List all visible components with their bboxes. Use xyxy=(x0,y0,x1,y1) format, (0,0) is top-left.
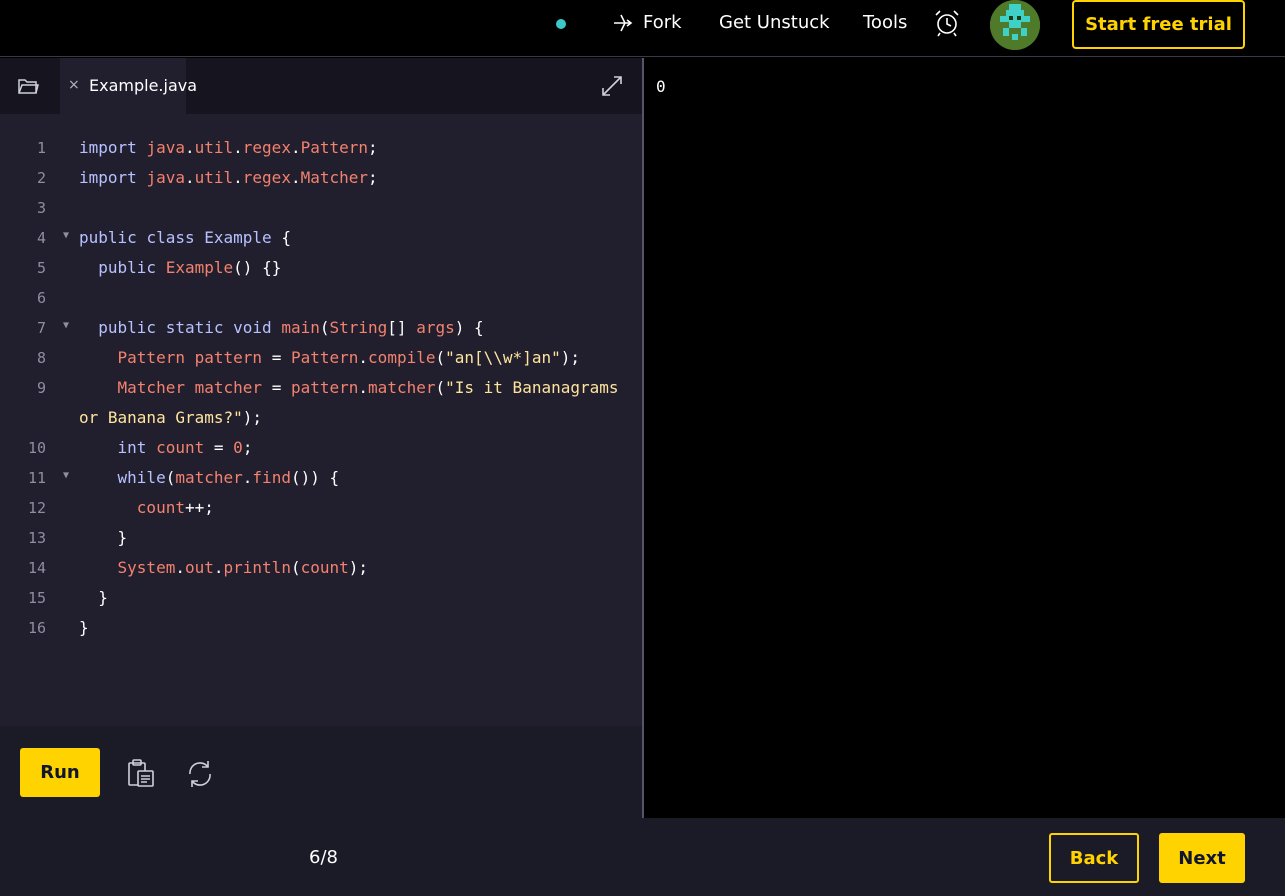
output-text: 0 xyxy=(656,77,666,96)
code-text: public class Example { xyxy=(79,228,291,247)
editor-footer: Run xyxy=(0,726,642,818)
code-text: public static void main(String[] args) { xyxy=(98,318,484,337)
output-panel: 0 xyxy=(644,58,1285,818)
line-number: 1 xyxy=(36,139,46,157)
line-number: 8 xyxy=(36,349,46,367)
line-number: 11 xyxy=(27,469,46,487)
code-line[interactable]: 9 Matcher matcher = pattern.matcher("Is … xyxy=(0,373,642,403)
line-number: 10 xyxy=(27,439,46,457)
code-editor-panel: × Example.java 1 import java.util.regex.P… xyxy=(0,58,642,818)
status-dot-icon xyxy=(556,19,566,29)
avatar-pixel-art-icon xyxy=(990,0,1040,50)
line-number: 15 xyxy=(27,589,46,607)
tools-button[interactable]: Tools xyxy=(863,12,907,33)
code-text: } xyxy=(98,588,108,607)
line-number: 3 xyxy=(36,199,46,217)
get-unstuck-button[interactable]: Get Unstuck xyxy=(719,12,830,33)
code-line[interactable]: 4 ▼ public class Example { xyxy=(0,223,642,253)
code-text: } xyxy=(117,528,128,547)
progress-counter: 6/8 xyxy=(309,847,338,868)
code-text: public Example() {} xyxy=(98,258,282,277)
fork-icon[interactable] xyxy=(611,11,635,35)
code-line[interactable]: 3 xyxy=(0,193,642,223)
back-button[interactable]: Back xyxy=(1049,833,1139,883)
code-text: int count = 0; xyxy=(117,438,253,457)
line-number: 6 xyxy=(36,289,46,307)
editor-tab-bar: × Example.java xyxy=(0,58,642,114)
line-number: 12 xyxy=(27,499,46,517)
line-number: 13 xyxy=(27,529,46,547)
code-line[interactable]: 14 System.out.println(count); xyxy=(0,553,642,583)
fork-button[interactable]: Fork xyxy=(643,12,682,33)
start-free-trial-button[interactable]: Start free trial xyxy=(1072,0,1245,49)
code-line[interactable]: 8 Pattern pattern = Pattern.compile("an[… xyxy=(0,343,642,373)
avatar[interactable] xyxy=(990,0,1040,50)
tab-example-java[interactable]: × Example.java xyxy=(60,58,197,114)
code-line[interactable]: 7 ▼ public static void main(String[] args… xyxy=(0,313,642,343)
fold-toggle-icon[interactable]: ▼ xyxy=(63,311,69,341)
bottom-bar: 6/8 Back Next xyxy=(0,818,1285,896)
code-line[interactable]: 13 } xyxy=(0,523,642,553)
code-text: Pattern pattern = Pattern.compile("an[\\… xyxy=(117,348,580,367)
code-text: import java.util.regex.Pattern; xyxy=(79,138,378,157)
expand-icon[interactable] xyxy=(600,74,624,98)
tab-label: Example.java xyxy=(89,76,198,95)
line-number: 4 xyxy=(36,229,46,247)
line-number: 5 xyxy=(36,259,46,277)
code-text: count++; xyxy=(136,498,214,517)
close-icon[interactable]: × xyxy=(68,77,80,93)
code-line[interactable]: 10 int count = 0; xyxy=(0,433,642,463)
code-line[interactable]: 5 public Example() {} xyxy=(0,253,642,283)
next-button[interactable]: Next xyxy=(1159,833,1245,883)
code-text: Matcher matcher = pattern.matcher("Is it… xyxy=(117,378,619,397)
line-number: 7 xyxy=(36,319,46,337)
fold-toggle-icon[interactable]: ▼ xyxy=(63,221,69,251)
code-area[interactable]: 1 import java.util.regex.Pattern; 2 import … xyxy=(0,133,642,643)
code-line[interactable]: 16} xyxy=(0,613,642,643)
code-line[interactable]: 2 import java.util.regex.Matcher; xyxy=(0,163,642,193)
line-number: 14 xyxy=(27,559,46,577)
code-text: } xyxy=(79,618,89,637)
line-number: 2 xyxy=(36,169,46,187)
line-number: 16 xyxy=(27,619,46,637)
fold-toggle-icon[interactable]: ▼ xyxy=(63,461,69,491)
top-bar: Fork Get Unstuck Tools Start free trial xyxy=(0,0,1285,57)
code-text: while(matcher.find()) { xyxy=(117,468,340,487)
code-line[interactable]: or Banana Grams?"); xyxy=(0,403,642,433)
code-text: System.out.println(count); xyxy=(117,558,369,577)
refresh-icon[interactable] xyxy=(184,758,216,790)
run-button[interactable]: Run xyxy=(20,748,100,797)
code-line[interactable]: 11 ▼ while(matcher.find()) { xyxy=(0,463,642,493)
code-line[interactable]: 12 count++; xyxy=(0,493,642,523)
alarm-clock-icon[interactable] xyxy=(932,8,962,38)
code-text: or Banana Grams?"); xyxy=(79,408,263,427)
folder-icon[interactable] xyxy=(17,76,39,96)
code-line[interactable]: 15 } xyxy=(0,583,642,613)
clipboard-icon[interactable] xyxy=(124,758,156,790)
code-text: import java.util.regex.Matcher; xyxy=(79,168,378,187)
line-number: 9 xyxy=(36,379,46,397)
code-line[interactable]: 1 import java.util.regex.Pattern; xyxy=(0,133,642,163)
code-line[interactable]: 6 xyxy=(0,283,642,313)
